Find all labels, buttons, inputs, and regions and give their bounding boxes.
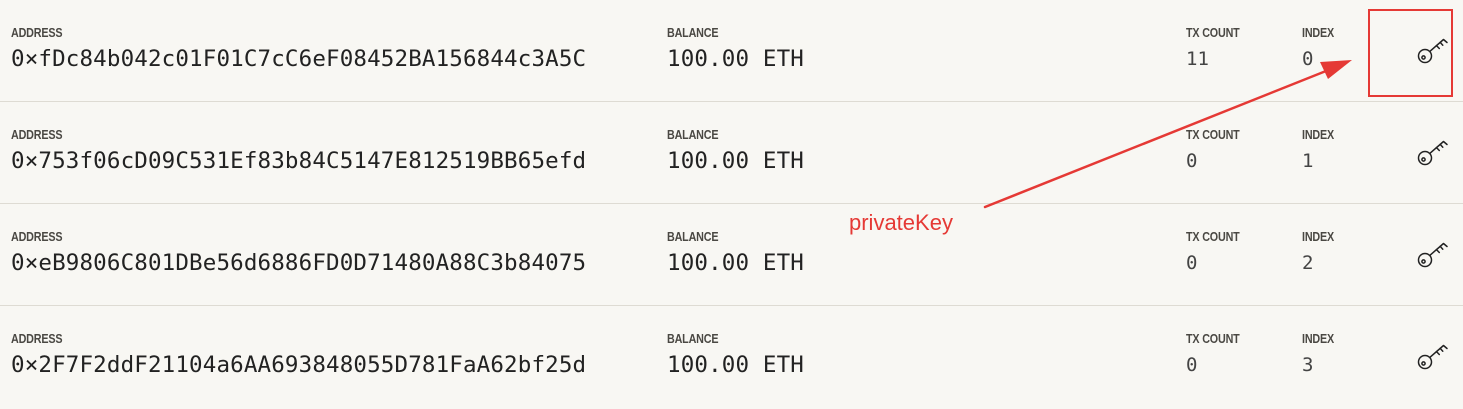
tx-count-label: TX COUNT (1186, 332, 1240, 346)
tx-count-label: TX COUNT (1186, 230, 1240, 244)
tx-count-value: 0 (1186, 150, 1198, 172)
account-row: ADDRESS 0×2F7F2ddF21104a6AA693848055D781… (0, 306, 1463, 409)
index-label: INDEX (1302, 332, 1334, 346)
address-label: ADDRESS (11, 26, 63, 40)
tx-count-label: TX COUNT (1186, 128, 1240, 142)
index-label: INDEX (1302, 128, 1334, 142)
index-value: 0 (1302, 48, 1314, 70)
address-value: 0×eB9806C801DBe56d6886FD0D71480A88C3b840… (11, 250, 587, 276)
show-keys-button[interactable] (1402, 204, 1460, 306)
address-value: 0×753f06cD09C531Ef83b84C5147E812519BB65e… (11, 148, 587, 174)
account-row: ADDRESS 0×753f06cD09C531Ef83b84C5147E812… (0, 102, 1463, 204)
balance-label: BALANCE (667, 128, 719, 142)
key-icon (1417, 344, 1448, 370)
balance-label: BALANCE (667, 230, 719, 244)
show-keys-button[interactable] (1402, 102, 1460, 204)
key-icon (1417, 242, 1448, 268)
show-keys-button[interactable] (1402, 0, 1460, 102)
balance-value: 100.00 ETH (667, 352, 804, 378)
tx-count-value: 0 (1186, 354, 1198, 376)
account-row: ADDRESS 0×fDc84b042c01F01C7cC6eF08452BA1… (0, 0, 1463, 102)
index-value: 2 (1302, 252, 1314, 274)
balance-value: 100.00 ETH (667, 250, 804, 276)
key-icon (1417, 38, 1448, 64)
tx-count-value: 0 (1186, 252, 1198, 274)
tx-count-label: TX COUNT (1186, 26, 1240, 40)
annotation-label: privateKey (849, 210, 953, 235)
address-value: 0×fDc84b042c01F01C7cC6eF08452BA156844c3A… (11, 46, 587, 72)
show-keys-button[interactable] (1402, 306, 1460, 408)
index-label: INDEX (1302, 230, 1334, 244)
address-label: ADDRESS (11, 332, 63, 346)
index-label: INDEX (1302, 26, 1334, 40)
address-value: 0×2F7F2ddF21104a6AA693848055D781FaA62bf2… (11, 352, 587, 378)
balance-value: 100.00 ETH (667, 46, 804, 72)
key-icon (1417, 140, 1448, 166)
account-row: ADDRESS 0×eB9806C801DBe56d6886FD0D71480A… (0, 204, 1463, 306)
balance-label: BALANCE (667, 26, 719, 40)
balance-label: BALANCE (667, 332, 719, 346)
index-value: 3 (1302, 354, 1314, 376)
address-label: ADDRESS (11, 230, 63, 244)
balance-value: 100.00 ETH (667, 148, 804, 174)
index-value: 1 (1302, 150, 1314, 172)
tx-count-value: 11 (1186, 48, 1209, 70)
address-label: ADDRESS (11, 128, 63, 142)
